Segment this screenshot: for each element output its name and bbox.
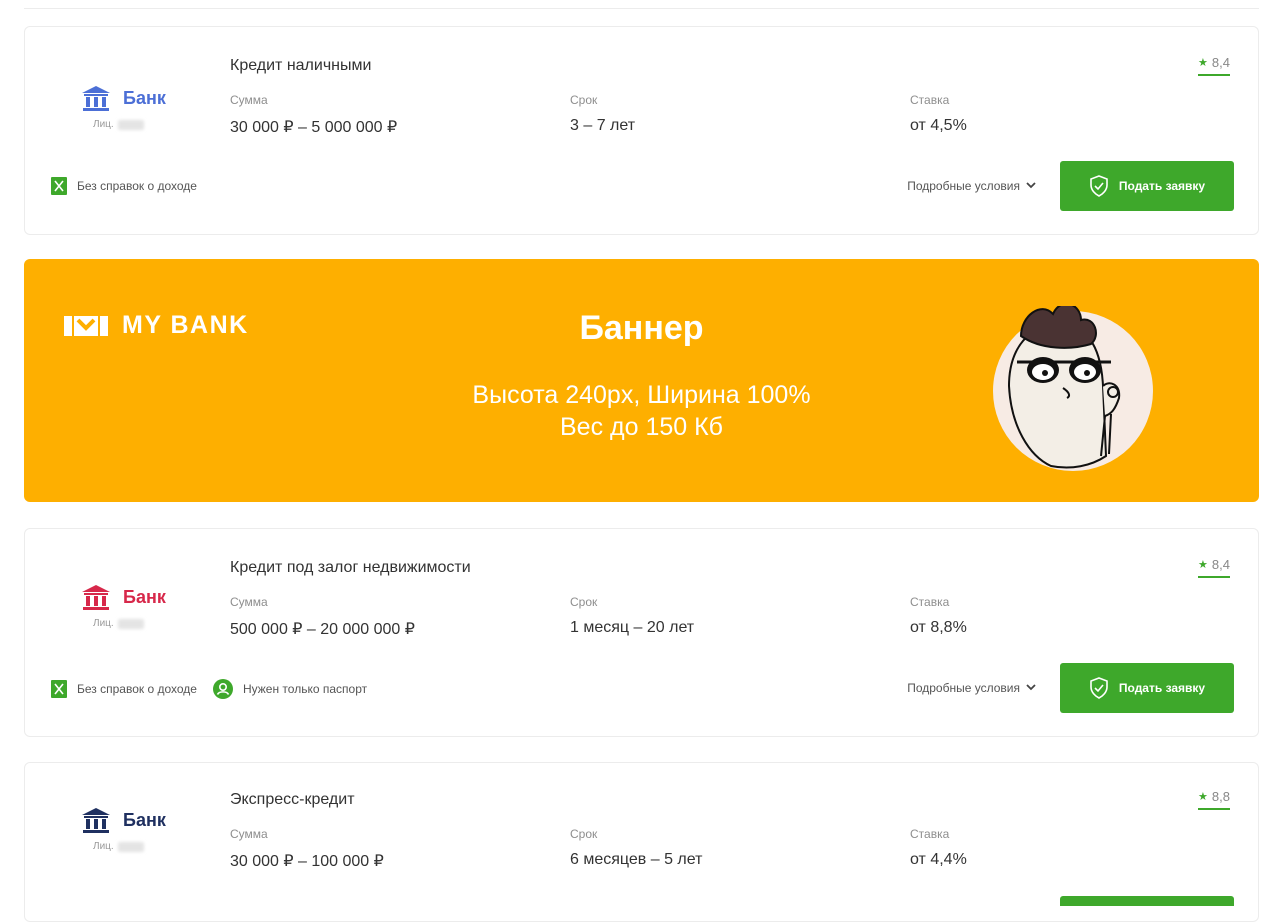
shield-check-icon [1090, 175, 1108, 197]
details-dropdown[interactable]: Подробные условия [907, 681, 1036, 695]
sum-field: Сумма 30 000 ₽ – 5 000 000 ₽ [230, 93, 398, 136]
ad-banner[interactable]: MY BANK Баннер Высота 240px, Ширина 100%… [24, 259, 1259, 502]
details-dropdown[interactable]: Подробные условия [907, 179, 1036, 193]
bank-building-icon [82, 86, 110, 111]
product-card-1[interactable]: Банк Лиц. Кредит наличными Сумма 30 000 … [24, 26, 1259, 235]
bank-building-icon [82, 808, 110, 833]
top-divider [24, 8, 1259, 9]
feature-no-income-proof: Без справок о доходе [51, 680, 197, 698]
rate-field: Ставка от 8,8% [910, 595, 967, 636]
product-title[interactable]: Кредит наличными [230, 57, 371, 75]
bank-name: Банк [123, 87, 166, 108]
rating-badge: ★ 8,8 [1198, 789, 1230, 810]
bank-license: Лиц. [93, 618, 144, 629]
bank-building-icon [82, 585, 110, 610]
feature-no-income-proof: Без справок о доходе [51, 177, 197, 195]
product-card-2[interactable]: Банк Лиц. Кредит под залог недвижимости … [24, 528, 1259, 737]
chevron-down-icon [1026, 182, 1036, 189]
star-icon: ★ [1198, 57, 1208, 69]
sum-field: Сумма 500 000 ₽ – 20 000 000 ₽ [230, 595, 415, 638]
document-icon [51, 177, 67, 195]
rating-badge: ★ 8,4 [1198, 557, 1230, 578]
product-title[interactable]: Кредит под залог недвижимости [230, 559, 471, 577]
mascot-illustration [993, 306, 1153, 471]
sum-field: Сумма 30 000 ₽ – 100 000 ₽ [230, 827, 384, 870]
bank-name: Банк [123, 586, 166, 607]
feature-passport-only: Нужен только паспорт [212, 679, 367, 699]
apply-button-partial[interactable] [1060, 896, 1234, 906]
document-icon [51, 680, 67, 698]
star-icon: ★ [1198, 791, 1208, 803]
apply-button[interactable]: Подать заявку [1060, 663, 1234, 713]
person-icon [212, 679, 233, 699]
bank-logo: Банк Лиц. [55, 807, 175, 857]
product-title[interactable]: Экспресс-кредит [230, 791, 355, 809]
star-icon: ★ [1198, 559, 1208, 571]
chevron-down-icon [1026, 684, 1036, 691]
bank-logo: Банк Лиц. [55, 85, 175, 135]
apply-button[interactable]: Подать заявку [1060, 161, 1234, 211]
shield-check-icon [1090, 677, 1108, 699]
bank-license: Лиц. [93, 119, 144, 130]
bank-license: Лиц. [93, 841, 144, 852]
bank-logo: Банк Лиц. [55, 584, 175, 634]
term-field: Срок 1 месяц – 20 лет [570, 595, 695, 636]
term-field: Срок 3 – 7 лет [570, 93, 636, 134]
rating-badge: ★ 8,4 [1198, 55, 1230, 76]
rate-field: Ставка от 4,4% [910, 827, 967, 868]
term-field: Срок 6 месяцев – 5 лет [570, 827, 703, 868]
rate-field: Ставка от 4,5% [910, 93, 967, 134]
bank-name: Банк [123, 809, 166, 830]
feature-list: Без справок о доходе [51, 177, 197, 195]
feature-list: Без справок о доходе Нужен только паспор… [51, 679, 367, 699]
